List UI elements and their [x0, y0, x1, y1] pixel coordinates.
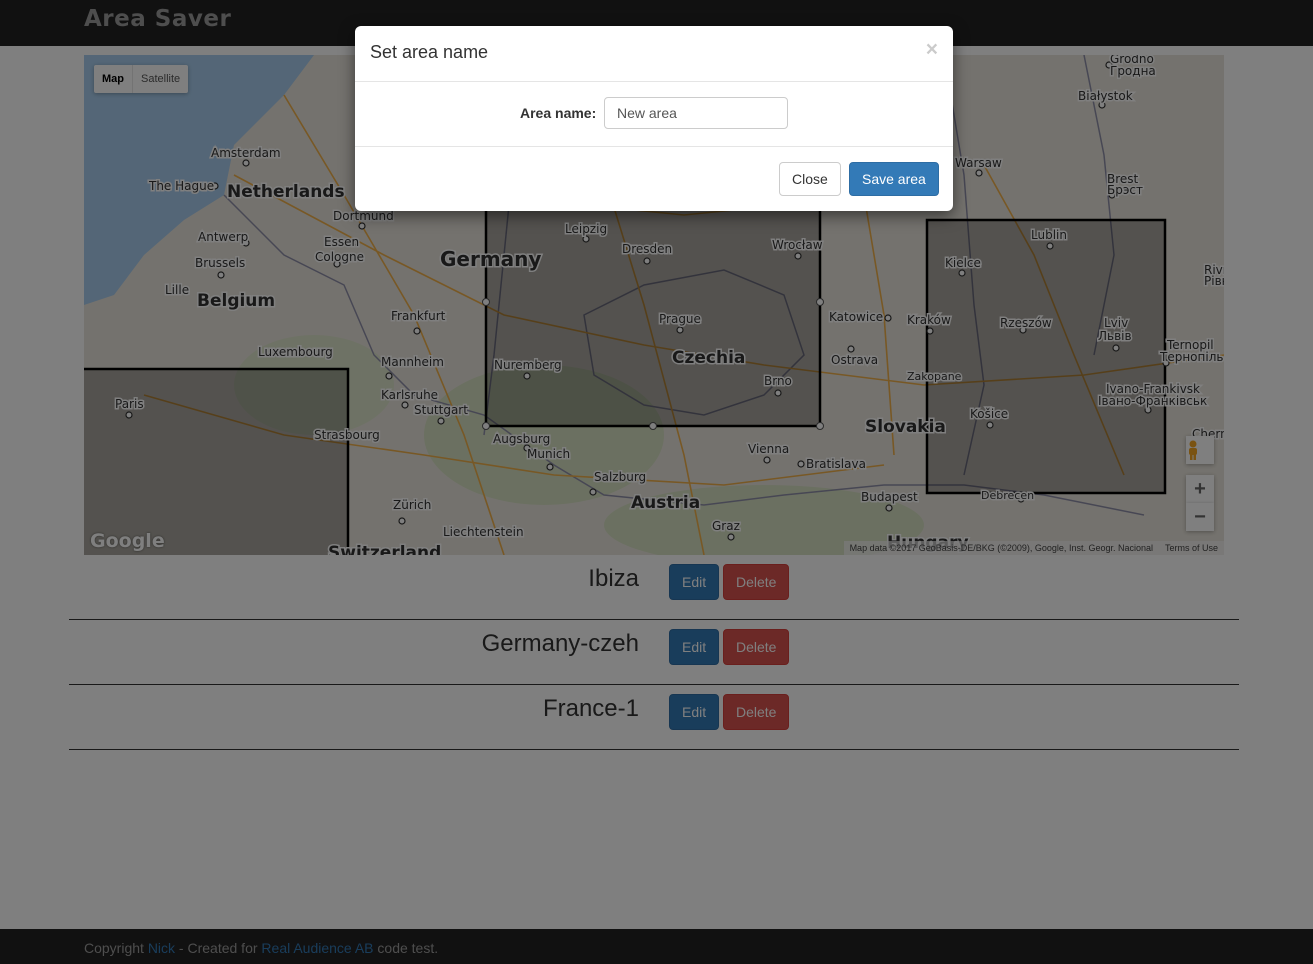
set-area-name-dialog: Set area name × Area name: Close Save ar… — [355, 26, 953, 211]
area-name-label: Area name: — [520, 105, 597, 121]
save-area-button[interactable]: Save area — [849, 162, 939, 196]
modal-body: Area name: — [355, 82, 953, 147]
area-name-input[interactable] — [604, 97, 788, 129]
modal-title: Set area name — [370, 42, 489, 62]
close-icon[interactable]: × — [926, 38, 938, 62]
modal-header: Set area name × — [355, 26, 953, 82]
close-button[interactable]: Close — [779, 162, 841, 196]
